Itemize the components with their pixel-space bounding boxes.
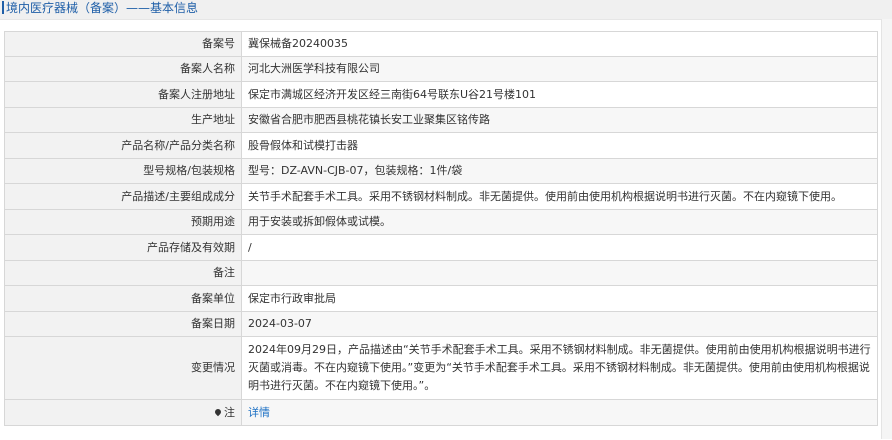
label-production-address: 生产地址: [4, 107, 242, 133]
row-note: 注 详情: [4, 399, 878, 426]
details-link[interactable]: 详情: [248, 406, 270, 419]
label-registrant-name: 备案人名称: [4, 56, 242, 82]
vertical-scrollbar[interactable]: [881, 19, 892, 439]
value-product-name: 股骨假体和试模打击器: [241, 132, 878, 159]
page-header: 境内医疗器械（备案）——基本信息: [0, 0, 892, 19]
label-record-number: 备案号: [4, 31, 242, 57]
value-filing-unit: 保定市行政审批局: [241, 285, 878, 312]
label-storage-validity: 产品存储及有效期: [4, 234, 242, 261]
value-filing-date: 2024-03-07: [241, 311, 878, 337]
label-product-description: 产品描述/主要组成成分: [4, 183, 242, 210]
note-label: 注: [224, 405, 235, 419]
label-product-name: 产品名称/产品分类名称: [4, 132, 242, 159]
value-production-address: 安徽省合肥市肥西县桃花镇长安工业聚集区铭传路: [241, 107, 878, 133]
info-panel: 备案号 冀保械备20240035 备案人名称 河北大洲医学科技有限公司 备案人注…: [0, 19, 892, 440]
row-product-description: 产品描述/主要组成成分 关节手术配套手术工具。采用不锈钢材料制成。非无菌提供。使…: [4, 183, 878, 210]
pin-icon: [213, 407, 223, 416]
row-registrant-address: 备案人注册地址 保定市满城区经济开发区经三南街64号联东U谷21号楼101: [4, 81, 878, 108]
value-note: 详情: [241, 399, 878, 426]
page-title: 境内医疗器械（备案）——基本信息: [6, 1, 199, 15]
value-record-number: 冀保械备20240035: [241, 31, 878, 57]
label-intended-use: 预期用途: [4, 209, 242, 235]
row-product-name: 产品名称/产品分类名称 股骨假体和试模打击器: [4, 132, 878, 159]
label-change-history: 变更情况: [4, 336, 242, 400]
row-filing-unit: 备案单位 保定市行政审批局: [4, 285, 878, 312]
row-intended-use: 预期用途 用于安装或拆卸假体或试模。: [4, 209, 878, 235]
value-intended-use: 用于安装或拆卸假体或试模。: [241, 209, 878, 235]
value-change-history: 2024年09月29日，产品描述由“关节手术配套手术工具。采用不锈钢材料制成。非…: [241, 336, 878, 400]
value-registrant-address: 保定市满城区经济开发区经三南街64号联东U谷21号楼101: [241, 81, 878, 108]
label-filing-date: 备案日期: [4, 311, 242, 337]
row-remarks: 备注: [4, 260, 878, 286]
label-remarks: 备注: [4, 260, 242, 286]
value-registrant-name: 河北大洲医学科技有限公司: [241, 56, 878, 82]
label-registrant-address: 备案人注册地址: [4, 81, 242, 108]
label-model-spec: 型号规格/包装规格: [4, 158, 242, 184]
value-model-spec: 型号：DZ-AVN-CJB-07，包装规格：1件/袋: [241, 158, 878, 184]
label-filing-unit: 备案单位: [4, 285, 242, 312]
row-filing-date: 备案日期 2024-03-07: [4, 311, 878, 337]
row-change-history: 变更情况 2024年09月29日，产品描述由“关节手术配套手术工具。采用不锈钢材…: [4, 336, 878, 400]
value-storage-validity: /: [241, 234, 878, 261]
row-registrant-name: 备案人名称 河北大洲医学科技有限公司: [4, 56, 878, 82]
label-note: 注: [4, 399, 242, 426]
value-remarks: [241, 260, 878, 286]
row-production-address: 生产地址 安徽省合肥市肥西县桃花镇长安工业聚集区铭传路: [4, 107, 878, 133]
header-marker: [2, 1, 4, 14]
row-model-spec: 型号规格/包装规格 型号：DZ-AVN-CJB-07，包装规格：1件/袋: [4, 158, 878, 184]
info-table: 备案号 冀保械备20240035 备案人名称 河北大洲医学科技有限公司 备案人注…: [4, 31, 878, 426]
row-record-number: 备案号 冀保械备20240035: [4, 31, 878, 57]
value-product-description: 关节手术配套手术工具。采用不锈钢材料制成。非无菌提供。使用前由使用机构根据说明书…: [241, 183, 878, 210]
row-storage-validity: 产品存储及有效期 /: [4, 234, 878, 261]
